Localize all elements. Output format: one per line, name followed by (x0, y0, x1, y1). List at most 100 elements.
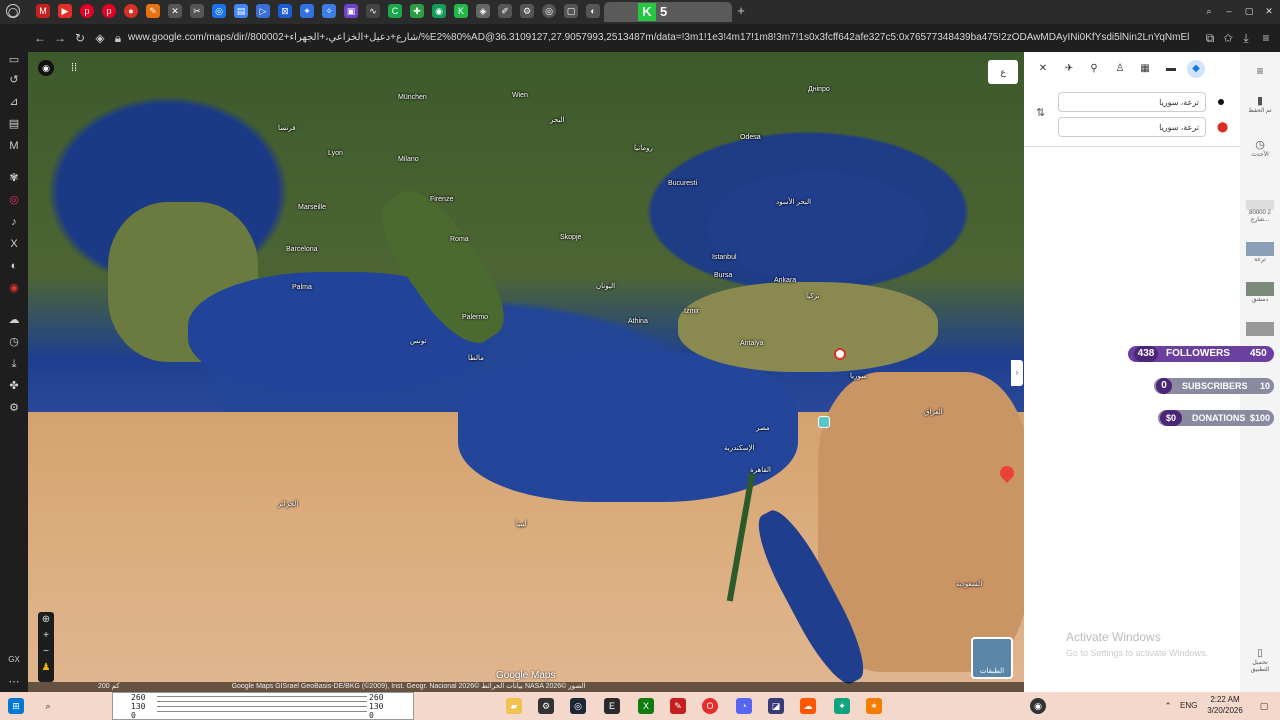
scale-bar[interactable]: 200 كم (98, 682, 120, 692)
bicycle-icon[interactable]: ⚲ (1085, 60, 1103, 78)
car-icon[interactable]: ▬ (1162, 60, 1180, 78)
country-label[interactable]: العراق (924, 408, 943, 416)
tab-icon-tools[interactable]: ✕ (168, 4, 182, 18)
saved-item[interactable]: ▮ تم الحفظ (1246, 94, 1274, 114)
notifications-icon[interactable]: ▢ (1256, 698, 1272, 714)
transit-marker-icon[interactable] (818, 416, 830, 428)
city-label[interactable]: القاهرة (750, 466, 771, 474)
city-label[interactable]: Lyon (328, 150, 343, 157)
tab-icon-blue[interactable]: ⊠ (278, 4, 292, 18)
extensions-icon[interactable]: ⧉ (1202, 30, 1218, 46)
country-label[interactable]: رومانيا (634, 144, 653, 152)
more-icon[interactable]: ⋯ (6, 674, 22, 690)
route-start-marker-icon[interactable] (834, 348, 846, 360)
gmail-tab-icon[interactable]: M (36, 4, 50, 18)
country-label[interactable]: السعودية (956, 580, 982, 588)
city-label[interactable]: Barcelona (286, 246, 318, 253)
downloads-icon[interactable]: ⤓ (6, 356, 22, 372)
recent-place-2[interactable]: ترعة (1246, 242, 1274, 263)
country-label[interactable]: مصر (756, 424, 770, 432)
tray-arrow-icon[interactable]: ⌃ (1160, 698, 1176, 714)
app-icon-dark[interactable]: ⚙ (538, 698, 554, 714)
get-app-item[interactable]: ▯ تحميل التطبيق (1246, 648, 1274, 673)
extension-puzzle-icon[interactable]: ✤ (6, 378, 22, 394)
tab-icon-blue-2[interactable]: ✦ (300, 4, 314, 18)
tab-icon-wave[interactable]: ∿ (366, 4, 380, 18)
tab-icon-tools-2[interactable]: ✂ (190, 4, 204, 18)
tab-icon-white[interactable]: ◈ (476, 4, 490, 18)
country-label[interactable]: تركيا (806, 292, 819, 300)
pinterest-tab-icon-2[interactable]: p (102, 4, 116, 18)
city-label[interactable]: Milano (398, 156, 419, 163)
best-route-icon[interactable]: ◆ (1187, 60, 1205, 78)
vpn-icon[interactable]: ◉ (6, 280, 22, 296)
city-label[interactable]: Izmir (684, 308, 699, 315)
back-icon[interactable]: ← (32, 30, 48, 46)
map-language-button[interactable]: ع (988, 60, 1018, 84)
country-label[interactable]: الجزائر (278, 500, 298, 508)
city-label[interactable]: Odesa (740, 134, 761, 141)
satellite-map[interactable]: München Wien Lyon Milano Marseille Barce… (28, 52, 1024, 692)
tiktok-icon[interactable]: ♪ (6, 214, 22, 230)
city-label[interactable]: Ankara (774, 277, 796, 284)
recent-place-3[interactable]: دمشق (1246, 282, 1274, 303)
recent-place-4[interactable] (1246, 322, 1274, 336)
flight-icon[interactable]: ✈ (1060, 60, 1078, 78)
x-icon[interactable]: X (6, 236, 22, 252)
pin-icon[interactable]: ⊿ (6, 94, 22, 110)
apps-grid-icon[interactable]: ⁞⁞ (66, 60, 82, 76)
tab-icon-doc[interactable]: ▢ (564, 4, 578, 18)
pinterest-tab-icon[interactable]: p (80, 4, 94, 18)
city-label[interactable]: Bursa (714, 272, 732, 279)
tab-icon-blue-3[interactable]: ✧ (322, 4, 336, 18)
recent-place-1[interactable]: 80000 2 شارع... (1246, 200, 1274, 223)
country-label[interactable]: تونس (410, 337, 426, 345)
tab-icon-purple[interactable]: ▣ (344, 4, 358, 18)
tab-icon-green-2[interactable]: ✚ (410, 4, 424, 18)
tab-icon-gear[interactable]: ⚙ (520, 4, 534, 18)
city-label[interactable]: Днiпро (808, 86, 830, 93)
lock-icon[interactable]: 🔒︎ (110, 30, 126, 46)
chatgpt-icon[interactable]: ✾ (6, 170, 22, 186)
notes-icon[interactable]: M (6, 138, 22, 154)
language-indicator[interactable]: ENG (1180, 701, 1197, 710)
xbox-icon[interactable]: X (638, 698, 654, 714)
tab-icon-orange[interactable]: ✎ (146, 4, 160, 18)
gx-icon[interactable]: GX (6, 652, 22, 668)
collapse-panel-button[interactable]: › (1011, 360, 1023, 386)
city-label[interactable]: Athina (628, 318, 648, 325)
shield-icon[interactable]: ◈ (92, 30, 108, 46)
tab-icon-play[interactable]: ▷ (256, 4, 270, 18)
minimize-icon[interactable]: – (1222, 4, 1236, 18)
city-label[interactable]: Firenze (430, 196, 453, 203)
active-tab[interactable]: K 5 (604, 2, 732, 22)
country-label[interactable]: سوريا (850, 372, 867, 380)
layers-button[interactable]: الطبقات (971, 637, 1013, 679)
transit-icon[interactable]: ▦ (1136, 60, 1154, 78)
opera-gx-icon[interactable]: O (702, 698, 718, 714)
game-controller-icon[interactable]: ◪ (768, 698, 784, 714)
browser-logo-icon[interactable]: ◯ (6, 4, 20, 18)
zoom-out-button[interactable]: − (38, 644, 54, 660)
tab-icon-docs[interactable]: ▤ (234, 4, 248, 18)
origin-input[interactable] (1058, 92, 1206, 112)
swap-icon[interactable]: ⇅ (1036, 106, 1045, 119)
file-explorer-icon[interactable]: ▰ (506, 698, 522, 714)
tab-icon-green[interactable]: C (388, 4, 402, 18)
country-label[interactable]: فرنسا (278, 124, 296, 132)
app-icon-teal[interactable]: ✦ (834, 698, 850, 714)
menu-icon[interactable]: ≡ (1258, 30, 1274, 46)
city-label[interactable]: Bucuresti (668, 180, 697, 187)
discord-icon[interactable]: ◐ (6, 258, 22, 274)
app-icon-purple[interactable]: ◔ (736, 698, 752, 714)
recent-item[interactable]: ◷ الأحدث (1246, 138, 1274, 158)
city-label[interactable]: الإسكندرية (724, 444, 755, 452)
locate-icon[interactable]: ⊕ (38, 612, 54, 628)
steam-icon[interactable]: ◎ (570, 698, 586, 714)
cloud-app-icon[interactable]: ☁ (800, 698, 816, 714)
wallet-icon[interactable]: ▭ (6, 52, 22, 68)
city-label[interactable]: Marseille (298, 204, 326, 211)
city-label[interactable]: Istanbul (712, 254, 737, 261)
reader-icon[interactable]: ▤ (6, 116, 22, 132)
search-tabs-icon[interactable]: ⌕ (1202, 4, 1216, 18)
